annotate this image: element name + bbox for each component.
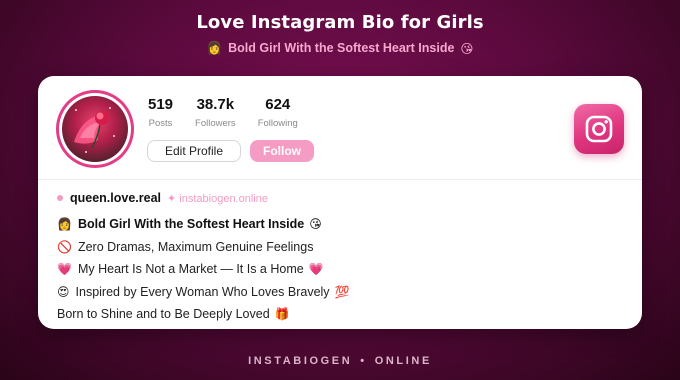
bio-line: 👩 Bold Girl With the Softest Heart Insid…: [57, 214, 627, 234]
profile-header: 519 Posts 38.7k Followers 624 Following …: [38, 76, 642, 180]
bio-section: queen.love.real ✦ instabiogen.online 👩 B…: [57, 190, 627, 324]
bio-line-text: Inspired by Every Woman Who Loves Bravel…: [75, 284, 330, 299]
heart-emoji-icon: 💗: [57, 262, 72, 276]
page-title: Love Instagram Bio for Girls: [196, 12, 484, 33]
bio-line: 💗 My Heart Is Not a Market — It Is a Hom…: [57, 259, 627, 279]
stat-following[interactable]: 624 Following: [258, 96, 298, 129]
profile-card: 519 Posts 38.7k Followers 624 Following …: [38, 76, 642, 329]
prohibited-emoji-icon: 🚫: [57, 239, 72, 254]
stat-value: 38.7k: [196, 96, 235, 113]
page-subtitle: 👩 Bold Girl With the Softest Heart Insid…: [0, 40, 680, 56]
stat-label: Followers: [195, 118, 236, 129]
username[interactable]: queen.love.real: [70, 191, 161, 205]
page-header: Love Instagram Bio for Girls 👩 Bold Girl…: [0, 12, 680, 56]
bio-line: 🚫 Zero Dramas, Maximum Genuine Feelings: [57, 237, 627, 257]
bio-line: Born to Shine and to Be Deeply Loved 🎁: [57, 304, 627, 324]
status-dot: [57, 195, 63, 201]
subtitle-text: Bold Girl With the Softest Heart Inside: [228, 41, 455, 55]
rose-photo-icon: [62, 96, 128, 162]
hundred-emoji-icon: 💯: [334, 284, 350, 299]
stat-posts[interactable]: 519 Posts: [148, 96, 173, 129]
divider: [38, 179, 642, 180]
stat-label: Posts: [148, 118, 173, 129]
stat-value: 624: [265, 96, 291, 113]
bio-line-text: Born to Shine and to Be Deeply Loved: [57, 307, 270, 321]
woman-emoji-icon: 👩: [206, 40, 223, 55]
edit-profile-button[interactable]: Edit Profile: [147, 140, 241, 162]
stat-followers[interactable]: 38.7k Followers: [195, 96, 236, 129]
heart-emoji-icon: 💗: [308, 262, 324, 276]
heart-eyes-emoji-icon: 😍: [57, 284, 70, 299]
follow-button[interactable]: Follow: [250, 140, 314, 162]
bio-line-text: My Heart Is Not a Market — It Is a Home: [77, 262, 304, 276]
bio-line: 😍 Inspired by Every Woman Who Loves Brav…: [57, 282, 627, 302]
stat-label: Following: [257, 118, 298, 129]
kiss-emoji-icon: 😘: [460, 40, 474, 56]
woman-emoji-icon: 👩: [57, 217, 72, 231]
footer-separator: •: [360, 355, 367, 367]
profile-stats: 519 Posts 38.7k Followers 624 Following: [148, 96, 320, 129]
footer-brand: INSTABIOGEN • ONLINE: [0, 355, 680, 367]
avatar[interactable]: [56, 90, 134, 168]
footer-right: ONLINE: [374, 355, 432, 367]
stat-value: 519: [148, 96, 174, 113]
bio-line-text: Zero Dramas, Maximum Genuine Feelings: [77, 239, 314, 254]
footer-left: INSTABIOGEN: [248, 355, 353, 367]
bio-line-text: Bold Girl With the Softest Heart Inside: [77, 217, 305, 231]
website-link[interactable]: ✦ instabiogen.online: [167, 192, 268, 205]
username-row: queen.love.real ✦ instabiogen.online: [57, 190, 627, 206]
gift-emoji-icon: 🎁: [274, 307, 290, 321]
instagram-icon[interactable]: [574, 104, 624, 154]
kiss-emoji-icon: 😘: [309, 217, 322, 231]
